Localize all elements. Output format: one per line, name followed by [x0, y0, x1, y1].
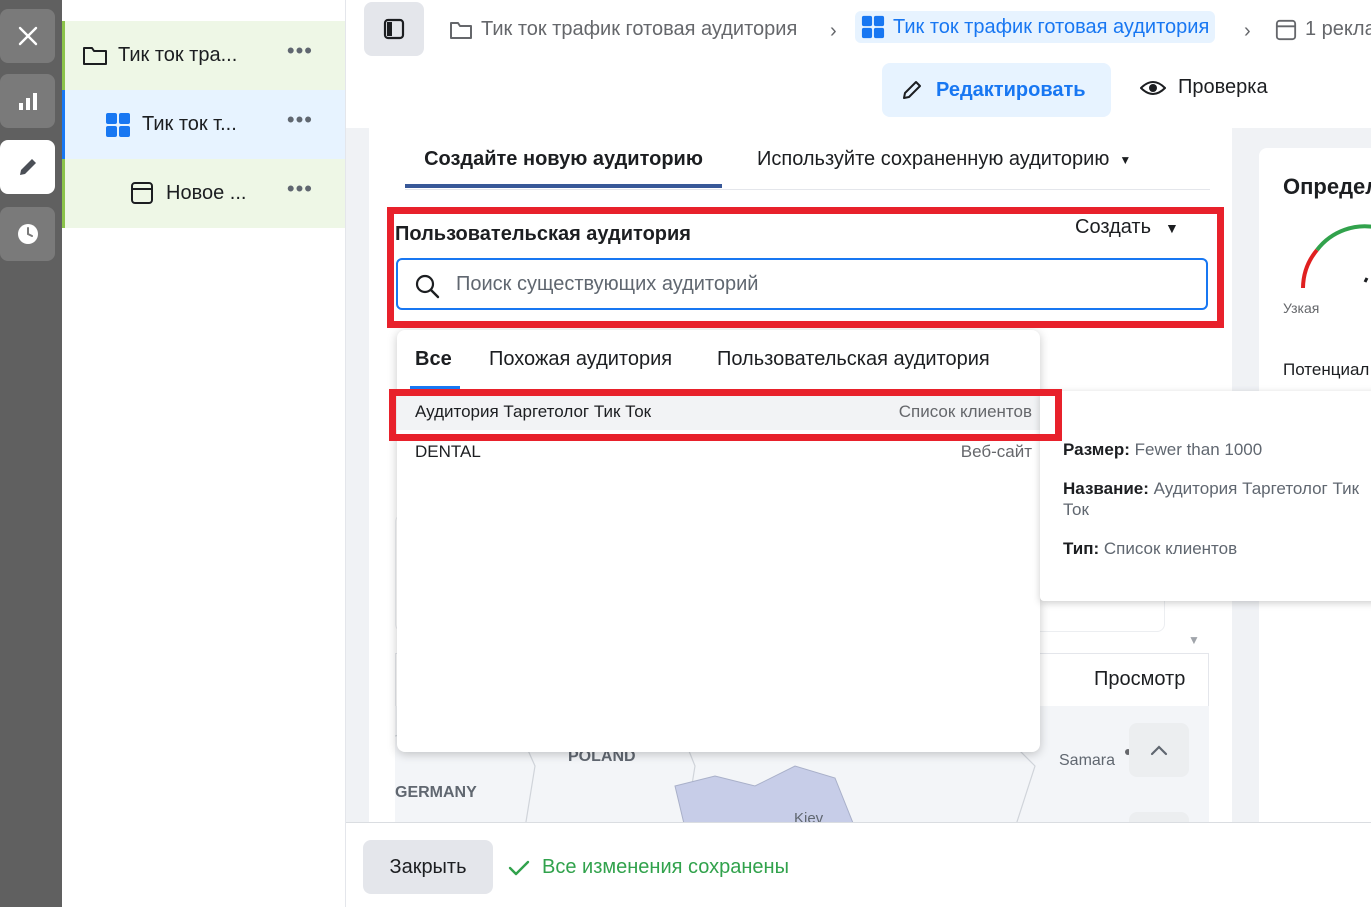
scroll-down-icon[interactable]: ▼ — [1188, 633, 1200, 647]
chevron-up-icon — [1150, 745, 1168, 756]
highlight-search-area — [387, 207, 1224, 328]
close-editor-button[interactable] — [0, 9, 55, 63]
map-label: GERMANY — [395, 784, 477, 801]
chevron-right-icon: › — [830, 20, 837, 42]
left-rail — [0, 0, 62, 907]
edit-button[interactable]: Редактировать — [882, 63, 1111, 117]
tree-accent-bar — [62, 159, 65, 228]
ad-frame-icon — [131, 182, 153, 204]
highlight-audience-option — [389, 389, 1062, 441]
more-options-icon[interactable]: ••• — [287, 178, 313, 200]
tree-accent-bar — [62, 90, 65, 159]
edit-mode-button[interactable] — [0, 140, 55, 194]
breadcrumb-ads[interactable]: 1 рекла — [1275, 18, 1371, 41]
tooltip-type: Тип: Список клиентов — [1063, 538, 1363, 559]
campaign-tree: Тик ток тра... ••• Тик ток т... ••• Ново… — [62, 0, 346, 907]
audience-gauge-icon — [1301, 224, 1371, 289]
tree-accent-bar — [62, 21, 65, 90]
tree-item-label: Тик ток т... — [142, 113, 237, 135]
audience-tabs: Создайте новую аудиторию Используйте сох… — [405, 128, 1210, 190]
potential-reach-label: Потенциал — [1283, 360, 1370, 379]
tooltip-size-value: Fewer than 1000 — [1134, 440, 1263, 459]
folder-icon — [450, 21, 472, 39]
breadcrumb-ads-label: 1 рекла — [1305, 18, 1371, 40]
tab-use-saved-audience[interactable]: Используйте сохраненную аудиторию ▼ — [757, 148, 1131, 171]
tree-item-adset[interactable]: Тик ток т... ••• — [62, 90, 345, 159]
tooltip-type-label: Тип: — [1063, 539, 1100, 558]
tree-item-campaign[interactable]: Тик ток тра... ••• — [62, 21, 345, 90]
pencil-icon — [903, 81, 921, 99]
adset-grid-icon — [106, 113, 130, 137]
preview-label[interactable]: Просмотр — [1094, 668, 1185, 691]
tooltip-name-label: Название: — [1063, 479, 1149, 498]
tab-use-saved-audience-label: Используйте сохраненную аудиторию — [757, 148, 1110, 170]
audience-definition-title: Определ — [1283, 174, 1371, 199]
clock-icon — [17, 224, 38, 244]
eye-icon — [1140, 80, 1166, 95]
toggle-panel-button[interactable] — [364, 2, 424, 56]
checkmark-icon — [508, 860, 530, 875]
map-label: Samara — [1059, 752, 1116, 769]
more-options-icon[interactable]: ••• — [287, 40, 313, 62]
audience-option-name: DENTAL — [415, 442, 481, 461]
bottom-bar: Закрыть Все изменения сохранены — [346, 822, 1371, 907]
audience-details-tooltip: Размер: Fewer than 1000 Название: Аудито… — [1040, 391, 1371, 601]
caret-down-icon: ▼ — [1119, 152, 1132, 167]
ad-frame-icon — [1275, 19, 1297, 40]
tree-item-ad[interactable]: Новое ... ••• — [62, 159, 345, 228]
audience-option-type: Веб-сайт — [960, 442, 1032, 461]
adset-grid-icon — [861, 15, 885, 39]
dropdown-tab-lookalike[interactable]: Похожая аудитория — [489, 348, 672, 371]
tooltip-size-label: Размер: — [1063, 440, 1130, 459]
save-status: Все изменения сохранены — [508, 856, 789, 879]
chevron-right-icon: › — [1244, 20, 1251, 42]
tooltip-size: Размер: Fewer than 1000 — [1063, 439, 1363, 460]
top-bar: Тик ток трафик готовая аудитория › Тик т… — [346, 0, 1371, 128]
sidebar-toggle-icon — [383, 18, 405, 40]
folder-icon — [83, 47, 107, 65]
more-options-icon[interactable]: ••• — [287, 109, 313, 131]
edit-button-label: Редактировать — [936, 78, 1086, 101]
tooltip-name: Название: Аудитория Таргетолог Тик Ток — [1063, 478, 1363, 520]
history-button[interactable] — [0, 207, 55, 261]
breadcrumb-campaign[interactable]: Тик ток трафик готовая аудитория — [449, 18, 797, 41]
gauge-narrow-label: Узкая — [1283, 300, 1320, 316]
breadcrumb-adset[interactable]: Тик ток трафик готовая аудитория — [855, 11, 1216, 43]
review-button[interactable]: Проверка — [1140, 76, 1268, 99]
tab-create-new-audience[interactable]: Создайте новую аудиторию — [405, 146, 722, 188]
tree-item-label: Новое ... — [166, 182, 247, 204]
tooltip-type-value: Список клиентов — [1103, 539, 1238, 558]
review-button-label: Проверка — [1178, 76, 1268, 98]
close-button[interactable]: Закрыть — [363, 840, 493, 894]
dropdown-tab-all[interactable]: Все — [415, 348, 452, 371]
pencil-icon — [19, 159, 36, 175]
map-collapse-button[interactable] — [1129, 723, 1189, 777]
save-status-text: Все изменения сохранены — [542, 856, 789, 878]
breadcrumb-campaign-label: Тик ток трафик готовая аудитория — [481, 18, 798, 40]
tree-item-label: Тик ток тра... — [118, 44, 238, 66]
breadcrumb-adset-label: Тик ток трафик готовая аудитория — [893, 15, 1210, 38]
close-icon — [18, 26, 37, 46]
reporting-button[interactable] — [0, 74, 55, 128]
bar-chart-icon — [18, 93, 37, 110]
dropdown-tab-custom[interactable]: Пользовательская аудитория — [717, 348, 990, 371]
